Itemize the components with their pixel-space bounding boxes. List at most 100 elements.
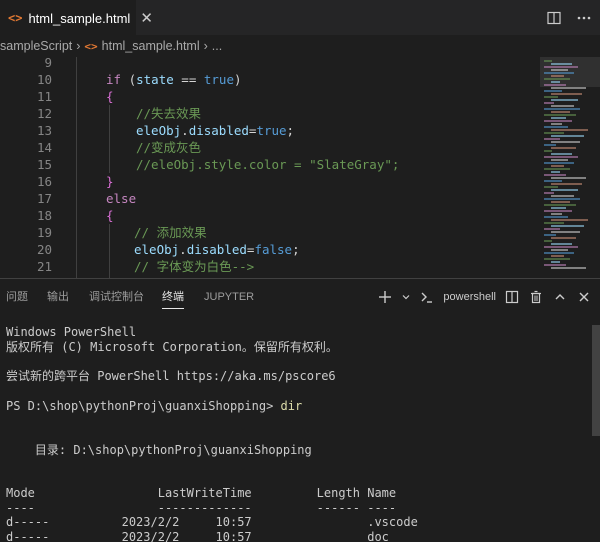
minimap-line [551, 93, 582, 95]
terminal-line: d----- 2023/2/2 10:57 doc [6, 530, 389, 542]
minimap-line [551, 153, 572, 155]
minimap-line [551, 87, 586, 89]
chevron-down-icon[interactable] [401, 289, 411, 305]
minimap-line [551, 195, 574, 197]
code-editor[interactable]: 9 10 11 12 13 14 15 16 17 18 19 20 21 if… [0, 57, 600, 278]
minimap-line [551, 183, 582, 185]
editor-actions [546, 0, 592, 35]
breadcrumb-symbols[interactable]: ... [212, 39, 222, 53]
code-line-21: // 字体变为白色--> [134, 259, 255, 274]
indent-guide [76, 57, 77, 278]
editor-tab-bar: <> html_sample.html ✕ [0, 0, 600, 36]
minimap-line [551, 165, 564, 167]
minimap-line [544, 96, 558, 98]
prompt-path: PS D:\shop\pythonProj\guanxiShopping> [6, 399, 274, 413]
minimap-line [544, 222, 564, 224]
minimap-line [551, 111, 570, 113]
prompt-command: dir [280, 399, 303, 413]
line-number-gutter: 9 10 11 12 13 14 15 16 17 18 19 20 21 [0, 57, 56, 278]
minimap-line [544, 72, 574, 74]
code-line-18: { [106, 208, 114, 223]
minimap-line [544, 138, 560, 140]
line-number: 13 [36, 123, 52, 138]
line-number: 14 [36, 140, 52, 155]
code-line-19: // 添加效果 [134, 225, 207, 240]
line-number: 10 [36, 72, 52, 87]
tab-problems[interactable]: 问题 [6, 279, 28, 315]
indent-guide [109, 105, 110, 173]
minimap-line [551, 63, 572, 65]
minimap[interactable] [540, 57, 600, 278]
minimap-line [551, 159, 568, 161]
code-line-17: else [106, 191, 137, 206]
terminal-line: ---- ------------- ------ ---- [6, 501, 397, 515]
panel-actions: powershell [377, 279, 592, 315]
terminal-prompt: PS D:\shop\pythonProj\guanxiShopping> di… [6, 399, 302, 414]
breadcrumb-file[interactable]: html_sample.html [102, 39, 200, 53]
split-terminal-icon[interactable] [504, 289, 520, 305]
html-file-icon: <> [8, 11, 23, 25]
tab-debug-console[interactable]: 调试控制台 [89, 279, 144, 315]
minimap-line [551, 207, 566, 209]
minimap-line [551, 201, 570, 203]
breadcrumb: sampleScript › <> html_sample.html › ... [0, 35, 600, 57]
code-line-20: eleObj.disabled=false; [134, 242, 300, 257]
minimap-line [551, 99, 578, 101]
terminal-line: d----- 2023/2/2 10:57 .vscode [6, 515, 418, 529]
minimap-line [551, 225, 584, 227]
minimap-line [551, 219, 588, 221]
minimap-line [551, 69, 568, 71]
line-number: 18 [36, 208, 52, 223]
chevron-right-icon: › [76, 39, 81, 53]
chevron-up-icon[interactable] [552, 289, 568, 305]
shell-label[interactable]: powershell [443, 291, 496, 303]
minimap-line [544, 90, 562, 92]
minimap-line [544, 162, 574, 164]
minimap-line [551, 267, 586, 269]
minimap-line [551, 81, 560, 83]
minimap-line [544, 216, 568, 218]
minimap-line [544, 264, 566, 266]
close-icon[interactable]: ✕ [140, 9, 153, 27]
code-line-11: { [106, 89, 114, 104]
close-icon[interactable] [576, 289, 592, 305]
trash-icon[interactable] [528, 289, 544, 305]
more-actions-icon[interactable] [576, 10, 592, 26]
minimap-line [551, 261, 560, 263]
minimap-line [544, 180, 562, 182]
minimap-line [551, 135, 584, 137]
minimap-line [544, 228, 560, 230]
terminal-output[interactable]: Windows PowerShell 版权所有 (C) Microsoft Co… [0, 315, 592, 542]
minimap-line [544, 102, 554, 104]
minimap-line [551, 177, 586, 179]
tab-html-sample[interactable]: <> html_sample.html ✕ [0, 0, 153, 35]
terminal-icon [419, 289, 435, 305]
indent-guide [109, 224, 110, 278]
minimap-line [551, 147, 576, 149]
code-line-12: //失去效果 [136, 106, 202, 121]
minimap-line [544, 198, 580, 200]
minimap-line [544, 114, 576, 116]
minimap-line [544, 132, 564, 134]
minimap-line [544, 246, 578, 248]
minimap-line [544, 240, 552, 242]
terminal-scrollbar[interactable] [592, 325, 600, 436]
minimap-line [551, 117, 566, 119]
minimap-line [544, 84, 566, 86]
html-file-icon: <> [84, 39, 98, 53]
tab-jupyter[interactable]: JUPYTER [204, 279, 254, 315]
minimap-line [551, 255, 564, 257]
breadcrumb-folder[interactable]: sampleScript [0, 39, 72, 53]
split-editor-icon[interactable] [546, 10, 562, 26]
plus-icon[interactable] [377, 289, 393, 305]
code-line-13: eleObj.disabled=true; [136, 123, 295, 138]
terminal-line: 尝试新的跨平台 PowerShell https://aka.ms/pscore… [6, 369, 336, 383]
minimap-line [544, 192, 554, 194]
tab-output[interactable]: 输出 [47, 279, 69, 315]
minimap-line [551, 213, 562, 215]
minimap-line [544, 78, 570, 80]
tab-terminal[interactable]: 终端 [162, 279, 184, 315]
line-number: 11 [36, 89, 52, 104]
minimap-line [544, 150, 552, 152]
terminal-line: 目录: D:\shop\pythonProj\guanxiShopping [6, 443, 312, 457]
